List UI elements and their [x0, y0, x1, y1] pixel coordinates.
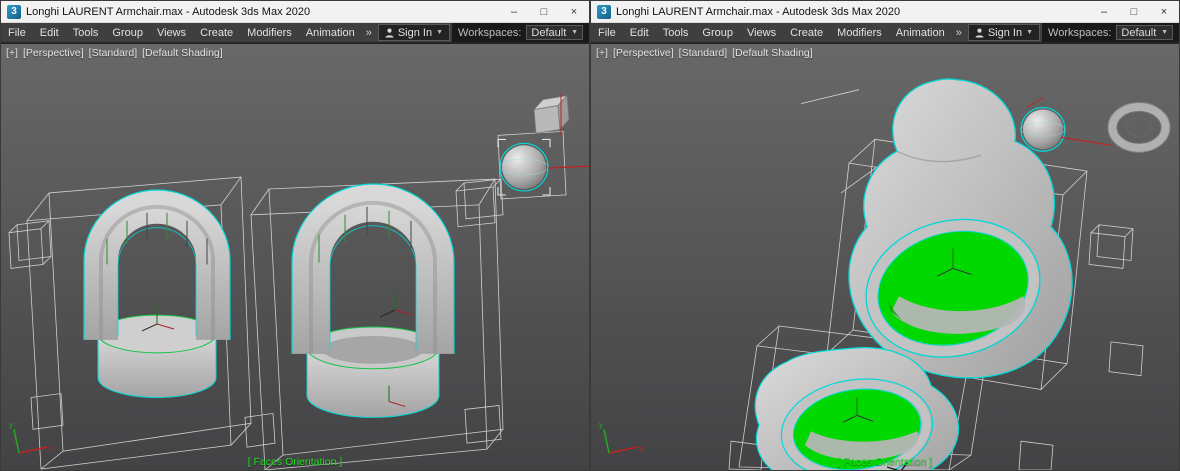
menu-modifiers[interactable]: Modifiers [240, 23, 299, 42]
menu-group[interactable]: Group [105, 23, 150, 42]
chevron-down-icon: ▼ [1161, 29, 1168, 36]
menu-animation[interactable]: Animation [889, 23, 952, 42]
menu-tools[interactable]: Tools [656, 23, 696, 42]
menu-edit[interactable]: Edit [33, 23, 66, 42]
sphere-helper[interactable] [497, 138, 589, 196]
viewport-pov-menu[interactable]: [Perspective] [613, 47, 674, 59]
menu-views[interactable]: Views [740, 23, 783, 42]
window-title: Longhi LAURENT Armchair.max - Autodesk 3… [616, 5, 901, 18]
maximize-button[interactable]: □ [1119, 1, 1149, 22]
titlebar[interactable]: 3 Longhi LAURENT Armchair.max - Autodesk… [1, 1, 589, 23]
workspaces-bar: Workspaces: Default ▼ [1042, 23, 1179, 42]
viewport-general-menu[interactable]: [+] [6, 47, 18, 59]
box-helper[interactable] [532, 93, 570, 136]
window-title: Longhi LAURENT Armchair.max - Autodesk 3… [26, 5, 311, 18]
viewport-renderer-menu[interactable]: [Standard] [679, 47, 727, 59]
menu-file[interactable]: File [1, 23, 33, 42]
menu-animation[interactable]: Animation [299, 23, 362, 42]
faces-orientation-status: [ Faces Orientation ] [247, 456, 343, 468]
sign-in-label: Sign In [397, 26, 433, 39]
svg-text:x: x [49, 444, 53, 453]
sign-in-label: Sign In [987, 26, 1023, 39]
workspaces-bar: Workspaces: Default ▼ [452, 23, 589, 42]
chevron-down-icon: ▼ [1026, 29, 1034, 36]
workspace-dropdown[interactable]: Default ▼ [526, 25, 583, 40]
menu-bar: File Edit Tools Group Views Create Modif… [1, 23, 589, 43]
menu-tools[interactable]: Tools [66, 23, 106, 42]
workspace-value: Default [531, 26, 567, 39]
viewport-label: [+] [Perspective] [Standard] [Default Sh… [596, 47, 813, 59]
desktop: 3 Longhi LAURENT Armchair.max - Autodesk… [0, 0, 1180, 471]
menu-overflow-chevron[interactable]: » [952, 23, 966, 42]
viewport-renderer-menu[interactable]: [Standard] [89, 47, 137, 59]
menu-create[interactable]: Create [193, 23, 240, 42]
workspace-value: Default [1121, 26, 1157, 39]
menu-views[interactable]: Views [150, 23, 193, 42]
sign-in-button[interactable]: Sign In ▼ [967, 24, 1041, 41]
svg-text:y: y [9, 420, 13, 429]
svg-text:y: y [599, 420, 603, 429]
person-icon [975, 28, 984, 38]
viewport-label: [+] [Perspective] [Standard] [Default Sh… [6, 47, 223, 59]
menu-modifiers[interactable]: Modifiers [830, 23, 889, 42]
menu-edit[interactable]: Edit [623, 23, 656, 42]
viewport-shading-menu[interactable]: [Default Shading] [142, 47, 223, 59]
close-button[interactable]: × [1149, 1, 1179, 22]
armchair-right[interactable] [291, 183, 455, 418]
viewport-left[interactable]: [+] [Perspective] [Standard] [Default Sh… [1, 43, 589, 470]
workspaces-label: Workspaces: [1048, 26, 1112, 39]
chevron-down-icon: ▼ [571, 29, 578, 36]
svg-text:x: x [639, 444, 643, 453]
scene-armchairs-back: x y [599, 78, 1171, 470]
3dsmax-app-icon: 3 [7, 4, 21, 19]
armchair-left[interactable] [83, 189, 231, 398]
maximize-button[interactable]: □ [529, 1, 559, 22]
sphere-helper[interactable] [1020, 97, 1112, 152]
person-icon [385, 28, 394, 38]
minimize-button[interactable]: – [1089, 1, 1119, 22]
world-axis-tripod-icon: x y [9, 420, 53, 454]
workspaces-label: Workspaces: [458, 26, 522, 39]
window-left: 3 Longhi LAURENT Armchair.max - Autodesk… [0, 0, 590, 471]
window-right: 3 Longhi LAURENT Armchair.max - Autodesk… [590, 0, 1180, 471]
viewport-pov-menu[interactable]: [Perspective] [23, 47, 84, 59]
menu-bar: File Edit Tools Group Views Create Modif… [591, 23, 1179, 43]
viewport-right[interactable]: [+] [Perspective] [Standard] [Default Sh… [591, 43, 1179, 470]
viewport-general-menu[interactable]: [+] [596, 47, 608, 59]
minimize-button[interactable]: – [499, 1, 529, 22]
3dsmax-app-icon: 3 [597, 4, 611, 19]
titlebar[interactable]: 3 Longhi LAURENT Armchair.max - Autodesk… [591, 1, 1179, 23]
faces-orientation-status: [ Faces Orientation ] [837, 456, 933, 468]
menu-group[interactable]: Group [695, 23, 740, 42]
sign-in-button[interactable]: Sign In ▼ [377, 24, 451, 41]
scene-armchairs-front: x y [8, 93, 589, 470]
chevron-down-icon: ▼ [436, 29, 444, 36]
world-axis-tripod-icon: x y [599, 420, 643, 454]
viewport-shading-menu[interactable]: [Default Shading] [732, 47, 813, 59]
menu-file[interactable]: File [591, 23, 623, 42]
close-button[interactable]: × [559, 1, 589, 22]
menu-overflow-chevron[interactable]: » [362, 23, 376, 42]
menu-create[interactable]: Create [783, 23, 830, 42]
torus-helper[interactable] [1107, 102, 1171, 153]
workspace-dropdown[interactable]: Default ▼ [1116, 25, 1173, 40]
